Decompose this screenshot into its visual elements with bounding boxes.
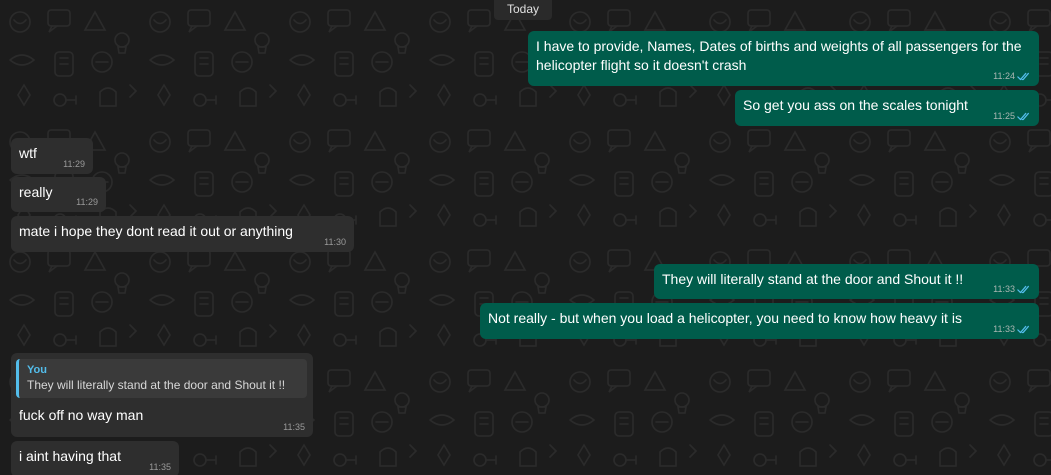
message-text: I have to provide, Names, Dates of birth… <box>536 38 1022 73</box>
message-meta: 11:35 <box>149 462 171 472</box>
incoming-message[interactable]: mate i hope they dont read it out or any… <box>11 216 354 252</box>
quoted-author: You <box>27 364 47 376</box>
message-meta: 11:35 <box>283 422 305 432</box>
double-check-icon <box>1017 112 1029 120</box>
quoted-text: They will literally stand at the door an… <box>27 378 286 392</box>
incoming-message[interactable]: wtf 11:29 <box>11 138 93 174</box>
message-meta: 11:25 <box>993 111 1031 121</box>
message-meta: 11:29 <box>76 197 98 207</box>
double-check-icon <box>1017 285 1029 293</box>
message-meta: 11:30 <box>324 237 346 247</box>
outgoing-message[interactable]: So get you ass on the scales tonight 11:… <box>735 90 1039 126</box>
message-time: 11:33 <box>993 324 1015 334</box>
chat-panel[interactable]: Today I have to provide, Names, Dates of… <box>0 0 1051 475</box>
message-time: 11:24 <box>993 71 1015 81</box>
message-meta: 11:24 <box>993 71 1031 81</box>
message-time: 11:29 <box>63 159 85 169</box>
incoming-message[interactable]: i aint having that 11:35 <box>11 441 179 475</box>
message-text: They will literally stand at the door an… <box>662 271 964 287</box>
outgoing-message[interactable]: Not really - but when you load a helicop… <box>480 303 1039 339</box>
message-text: So get you ass on the scales tonight <box>743 97 968 113</box>
outgoing-message[interactable]: I have to provide, Names, Dates of birth… <box>528 31 1039 86</box>
quoted-message[interactable]: You They will literally stand at the doo… <box>16 359 307 398</box>
message-meta: 11:29 <box>63 159 85 169</box>
double-check-icon <box>1017 325 1029 333</box>
message-time: 11:29 <box>76 197 98 207</box>
incoming-reply-message[interactable]: You They will literally stand at the doo… <box>11 353 313 437</box>
message-meta: 11:33 <box>993 324 1031 334</box>
incoming-message[interactable]: really 11:29 <box>11 177 106 212</box>
message-text: mate i hope they dont read it out or any… <box>19 223 293 239</box>
message-time: 11:35 <box>283 422 305 432</box>
message-meta: 11:33 <box>993 284 1031 294</box>
message-time: 11:35 <box>149 462 171 472</box>
message-text: fuck off no way man <box>19 407 144 423</box>
double-check-icon <box>1017 72 1029 80</box>
date-divider: Today <box>494 0 553 20</box>
outgoing-message[interactable]: They will literally stand at the door an… <box>654 264 1039 299</box>
message-time: 11:25 <box>993 111 1015 121</box>
message-time: 11:30 <box>324 237 346 247</box>
message-text: Not really - but when you load a helicop… <box>488 310 962 326</box>
message-time: 11:33 <box>993 284 1015 294</box>
